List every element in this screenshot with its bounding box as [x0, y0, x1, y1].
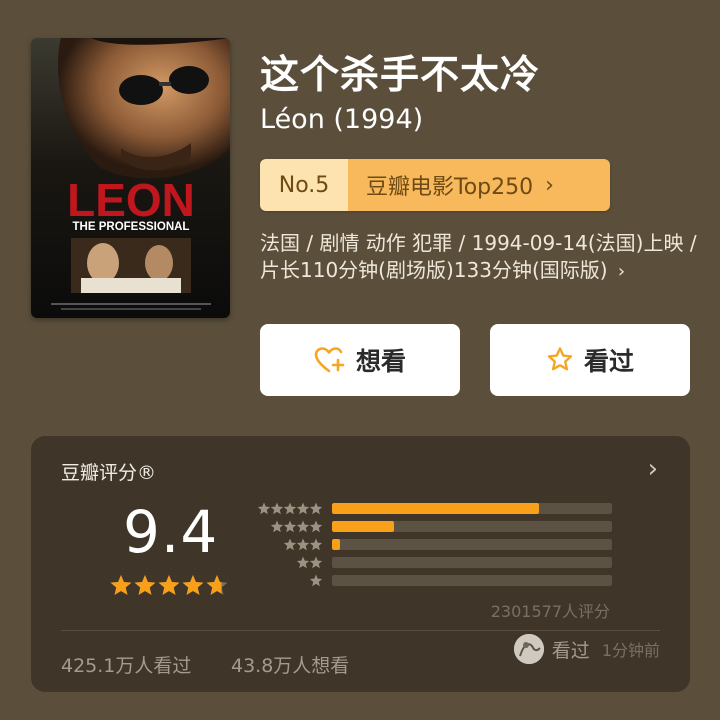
movie-title: 这个杀手不太冷	[260, 53, 541, 98]
watched-count: 425.1万人看过	[61, 655, 192, 677]
poster-title: LEON	[67, 174, 195, 226]
chevron-right-icon: ›	[617, 261, 626, 282]
poster-image: LEON THE PROFESSIONAL	[31, 38, 230, 318]
chevron-right-icon: ›	[545, 172, 554, 198]
rating-star-filled	[134, 575, 156, 595]
distribution-star-icon	[309, 574, 323, 587]
distribution-star-icon	[296, 520, 310, 533]
rating-distribution-bars	[332, 503, 612, 593]
poster-tagline: THE PROFESSIONAL	[73, 221, 190, 233]
distribution-bar-track	[332, 539, 612, 550]
rating-star-filled	[158, 575, 180, 595]
seen-label: 看过	[583, 347, 634, 376]
recent-time: 1分钟前	[601, 641, 660, 660]
distribution-star-labels	[253, 502, 323, 596]
distribution-bar-fill	[332, 539, 341, 550]
distribution-star-icon	[257, 502, 271, 515]
top250-rank-badge[interactable]: No.5 豆瓣电影Top250 ›	[260, 159, 610, 211]
movie-original-title: Léon (1994)	[260, 104, 424, 135]
rating-score: 9.4	[123, 498, 219, 566]
distribution-star-icon	[309, 502, 323, 515]
rating-card[interactable]: 豆瓣评分® › 9.4 2301577人评分 425.1万人看过 43.8万人想…	[31, 436, 690, 692]
watched-button[interactable]: 看过	[490, 324, 690, 396]
rank-list-label: 豆瓣电影Top250 ›	[348, 159, 610, 211]
rank-number: No.5	[260, 159, 348, 211]
distribution-bar-fill	[332, 521, 394, 532]
distribution-bar-track	[332, 521, 612, 532]
recent-activity[interactable]: 看过 1分钟前	[513, 634, 660, 664]
distribution-star-icon	[309, 556, 323, 569]
distribution-bar-track	[332, 557, 612, 568]
want-to-watch-button[interactable]: 想看	[260, 324, 460, 396]
distribution-bar-fill	[332, 503, 540, 514]
distribution-star-icon	[296, 556, 310, 569]
distribution-star-icon	[283, 520, 297, 533]
distribution-star-icon	[270, 502, 284, 515]
want-label: 想看	[355, 347, 406, 376]
rating-star-filled	[182, 575, 204, 595]
divider	[61, 630, 660, 631]
rating-stars	[110, 575, 228, 595]
movie-meta-info[interactable]: 法国 / 剧情 动作 犯罪 / 1994-09-14(法国)上映 / 片长110…	[260, 230, 700, 285]
distribution-star-icon	[296, 538, 310, 551]
rank-label-text: 豆瓣电影Top250	[366, 175, 534, 200]
distribution-star-icon	[283, 538, 297, 551]
avatar	[513, 634, 544, 664]
distribution-star-icon	[296, 502, 310, 515]
wanted-count: 43.8万人想看	[231, 655, 350, 677]
star-outline-icon	[547, 347, 573, 371]
distribution-bar-track	[332, 503, 612, 514]
distribution-star-icon	[309, 520, 323, 533]
distribution-star-icon	[309, 538, 323, 551]
recent-status: 看过	[551, 639, 590, 662]
rating-card-title: 豆瓣评分®	[61, 462, 157, 484]
rating-count: 2301577人评分	[490, 602, 610, 621]
distribution-bar-track	[332, 575, 612, 586]
heart-plus-icon	[314, 347, 345, 373]
movie-poster[interactable]: LEON THE PROFESSIONAL	[31, 38, 230, 318]
meta-text: 法国 / 剧情 动作 犯罪 / 1994-09-14(法国)上映 / 片长110…	[260, 231, 697, 282]
distribution-star-icon	[283, 502, 297, 515]
rating-star-filled	[110, 575, 132, 595]
chevron-right-icon[interactable]: ›	[648, 454, 658, 484]
distribution-star-icon	[270, 520, 284, 533]
